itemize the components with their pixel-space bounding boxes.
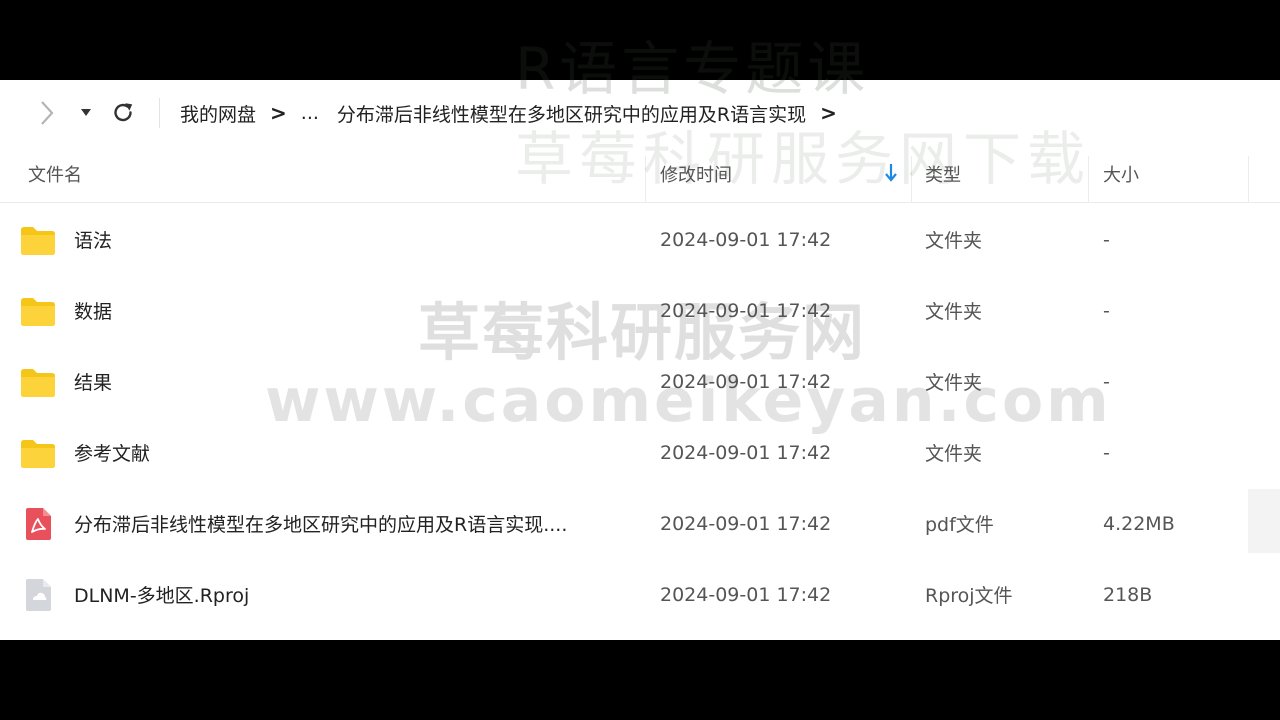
file-name: 参考文献 [74, 443, 151, 465]
file-type: 文件夹 [925, 443, 983, 465]
file-size: - [1103, 441, 1110, 464]
file-row[interactable]: 分布滞后非线性模型在多地区研究中的应用及R语言实现.... 2024-09-01… [0, 488, 1280, 559]
refresh-icon [114, 103, 133, 122]
file-type: Rproj文件 [925, 585, 1013, 607]
file-type: 文件夹 [925, 230, 983, 252]
file-name: DLNM-多地区.Rproj [74, 585, 250, 607]
column-header-name[interactable]: 文件名 [28, 146, 82, 202]
file-mtime: 2024-09-01 17:42 [660, 370, 832, 393]
breadcrumb-current[interactable]: 分布滞后非线性模型在多地区研究中的应用及R语言实现 [337, 100, 806, 127]
file-type: 文件夹 [925, 372, 983, 394]
column-divider[interactable] [1248, 156, 1249, 202]
file-size: - [1103, 370, 1110, 393]
file-mtime: 2024-09-01 17:42 [660, 299, 832, 322]
file-row[interactable]: 数据 2024-09-01 17:42 文件夹 - [0, 275, 1280, 346]
file-mtime: 2024-09-01 17:42 [660, 512, 832, 535]
file-row[interactable]: 结果 2024-09-01 17:42 文件夹 - [0, 346, 1280, 417]
breadcrumb: 我的网盘 > ... 分布滞后非线性模型在多地区研究中的应用及R语言实现 > [180, 94, 851, 132]
file-row[interactable]: 参考文献 2024-09-01 17:42 文件夹 - [0, 417, 1280, 488]
folder-icon [18, 346, 58, 417]
forward-button[interactable] [28, 94, 64, 132]
file-type: pdf文件 [925, 514, 994, 536]
breadcrumb-root[interactable]: 我的网盘 [180, 100, 256, 127]
chevron-right-icon [41, 101, 54, 125]
letterbox-top [0, 0, 1280, 80]
column-divider[interactable] [1088, 156, 1089, 202]
file-mtime: 2024-09-01 17:42 [660, 228, 832, 251]
sort-descending-icon[interactable] [883, 162, 899, 184]
column-header-mtime[interactable]: 修改时间 [660, 146, 900, 202]
file-size: 218B [1103, 583, 1153, 606]
file-size: - [1103, 228, 1110, 251]
column-header-type[interactable]: 类型 [925, 146, 961, 202]
breadcrumb-separator-icon: > [820, 101, 837, 125]
file-type: 文件夹 [925, 301, 983, 323]
letterbox-bottom [0, 640, 1280, 720]
history-dropdown-button[interactable] [72, 94, 100, 132]
file-row[interactable]: 语法 2024-09-01 17:42 文件夹 - [0, 204, 1280, 275]
file-mtime: 2024-09-01 17:42 [660, 441, 832, 464]
column-divider[interactable] [645, 156, 646, 202]
file-size: - [1103, 299, 1110, 322]
column-divider[interactable] [911, 156, 912, 202]
file-mtime: 2024-09-01 17:42 [660, 583, 832, 606]
column-header: 文件名 修改时间 类型 大小 [0, 146, 1280, 203]
navigation-bar: 我的网盘 > ... 分布滞后非线性模型在多地区研究中的应用及R语言实现 > [0, 80, 1280, 146]
file-name: 数据 [74, 301, 113, 323]
folder-icon [18, 417, 58, 488]
nav-divider [159, 98, 160, 128]
file-row[interactable]: DLNM-多地区.Rproj 2024-09-01 17:42 Rproj文件 … [0, 559, 1280, 630]
folder-icon [18, 204, 58, 275]
file-size: 4.22MB [1103, 512, 1175, 535]
breadcrumb-ellipsis[interactable]: ... [301, 102, 319, 124]
pdf-icon [18, 488, 58, 559]
refresh-button[interactable] [104, 94, 142, 132]
generic-file-icon [18, 559, 58, 630]
scrollbar-thumb[interactable] [1248, 489, 1280, 553]
file-browser-panel: 我的网盘 > ... 分布滞后非线性模型在多地区研究中的应用及R语言实现 > 文… [0, 80, 1280, 640]
file-name: 语法 [74, 230, 113, 252]
caret-down-icon [81, 109, 91, 116]
file-name: 结果 [74, 372, 113, 394]
breadcrumb-separator-icon: > [270, 101, 287, 125]
file-name: 分布滞后非线性模型在多地区研究中的应用及R语言实现.... [74, 514, 568, 536]
folder-icon [18, 275, 58, 346]
column-header-size[interactable]: 大小 [1103, 146, 1139, 202]
